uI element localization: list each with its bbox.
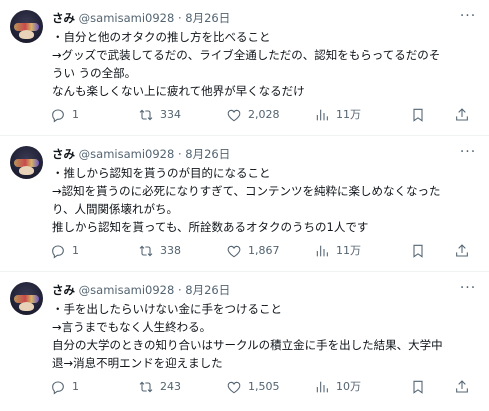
tweet-text-line: ・自分と他のオタクの推し方を比べること [52,30,271,44]
view-count: 11万 [336,244,361,257]
share-button[interactable] [454,376,476,398]
like-count: 1,867 [248,244,280,257]
tweet-text: ・推しから認知を貰うのが目的になること →認知を貰うのに必死になりすぎて、コンテン… [52,164,477,236]
like-icon [227,381,241,394]
tweet-text-line: →言うまでもなく人生終わる。 [52,320,212,334]
timeline: さみ @samisami0928 · 8月26日 ··· ・自分と他のオタクの推… [0,0,489,411]
bookmark-icon [413,244,423,258]
tweet-actions: 1 243 1,505 10万 [50,376,480,398]
tweet-text: ・自分と他のオタクの推し方を比べること →グッズで武装してるだの、ライブ全通しただ… [52,28,477,100]
share-icon [456,380,468,393]
tweet-header: さみ @samisami0928 · 8月26日 [52,145,455,163]
tweet-actions: 1 334 2,028 11万 [50,104,480,126]
separator-dot: · [177,11,182,25]
retweet-count: 243 [160,380,181,393]
more-icon[interactable]: ··· [459,145,477,163]
tweet-text-line: ・推しから認知を貰うのが目的になること [52,166,271,180]
separator-dot: · [177,147,182,161]
like-icon [227,245,241,258]
tweet-text-line: うい うの全部。 [52,66,137,80]
reply-count: 1 [72,244,79,257]
reply-button[interactable]: 1 [50,376,79,398]
tweet-date[interactable]: 8月26日 [185,283,230,297]
views-button[interactable]: 10万 [314,376,361,398]
reply-button[interactable]: 1 [50,240,79,262]
retweet-icon [139,381,153,393]
avatar[interactable] [10,10,43,43]
like-icon [227,109,241,122]
tweet-text-line: なんも楽しくない上に疲れて他界が早くなるだけ [52,84,305,98]
view-count: 11万 [336,108,361,121]
display-name[interactable]: さみ [52,283,75,297]
tweet-text-line: り、人間関係壊れがち。 [52,202,179,216]
user-handle[interactable]: @samisami0928 [79,147,175,161]
tweet-header: さみ @samisami0928 · 8月26日 [52,281,455,299]
separator-dot: · [177,283,182,297]
user-handle[interactable]: @samisami0928 [79,283,175,297]
reply-count: 1 [72,380,79,393]
retweet-button[interactable]: 243 [138,376,181,398]
tweet-header: さみ @samisami0928 · 8月26日 [52,9,455,27]
display-name[interactable]: さみ [52,11,75,25]
like-button[interactable]: 2,028 [226,104,280,126]
share-icon [456,244,468,257]
share-button[interactable] [454,240,476,262]
bookmark-button[interactable] [410,376,432,398]
more-icon[interactable]: ··· [459,281,477,299]
display-name[interactable]: さみ [52,147,75,161]
avatar[interactable] [10,146,43,179]
reply-icon [52,109,64,123]
like-count: 1,505 [248,380,280,393]
tweet-text-line: →グッズで武装してるだの、ライブ全通しただの、認知をもらってるだのそ [52,48,441,62]
tweet-text-line: 退→消息不明エンドを迎えました [52,356,223,370]
avatar[interactable] [10,282,43,315]
reply-icon [52,381,64,395]
bookmark-icon [413,108,423,122]
reply-count: 1 [72,108,79,121]
views-button[interactable]: 11万 [314,104,361,126]
bookmark-icon [413,380,423,394]
retweet-button[interactable]: 334 [138,104,181,126]
like-button[interactable]: 1,505 [226,376,280,398]
tweet-actions: 1 338 1,867 11万 [50,240,480,262]
tweet[interactable]: さみ @samisami0928 · 8月26日 ··· ・手を出したらいけない… [0,272,489,411]
views-icon [316,245,328,257]
share-icon [456,108,468,121]
share-button[interactable] [454,104,476,126]
retweet-count: 334 [160,108,181,121]
tweet[interactable]: さみ @samisami0928 · 8月26日 ··· ・推しから認知を貰うの… [0,136,489,272]
retweet-icon [139,245,153,257]
like-count: 2,028 [248,108,280,121]
bookmark-button[interactable] [410,240,432,262]
tweet[interactable]: さみ @samisami0928 · 8月26日 ··· ・自分と他のオタクの推… [0,0,489,136]
tweet-text-line: 自分の大学のときの知り合いはサークルの積立金に手を出した結果、大学中 [52,338,443,352]
tweet-text-line: 推しから認知を貰っても、所詮数あるオタクのうちの1人です [52,220,369,234]
reply-button[interactable]: 1 [50,104,79,126]
retweet-button[interactable]: 338 [138,240,181,262]
view-count: 10万 [336,380,361,393]
retweet-count: 338 [160,244,181,257]
retweet-icon [139,109,153,121]
user-handle[interactable]: @samisami0928 [79,11,175,25]
tweet-date[interactable]: 8月26日 [185,147,230,161]
tweet-text-line: →認知を貰うのに必死になりすぎて、コンテンツを純粋に楽しめなくなった [52,184,441,198]
views-icon [316,109,328,121]
tweet-text-line: ・手を出したらいけない金に手をつけること [52,302,282,316]
views-button[interactable]: 11万 [314,240,361,262]
tweet-text: ・手を出したらいけない金に手をつけること →言うまでもなく人生終わる。自分の大学の… [52,300,477,372]
bookmark-button[interactable] [410,104,432,126]
tweet-date[interactable]: 8月26日 [185,11,230,25]
reply-icon [52,245,64,259]
views-icon [316,381,328,393]
like-button[interactable]: 1,867 [226,240,280,262]
more-icon[interactable]: ··· [459,9,477,27]
